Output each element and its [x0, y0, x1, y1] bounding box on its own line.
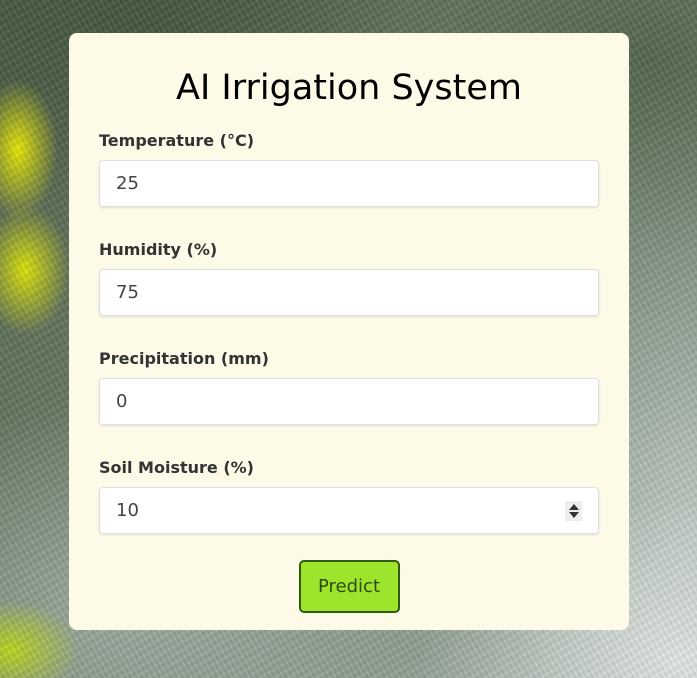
precipitation-value: 0 — [116, 391, 128, 412]
spinner-down-icon[interactable] — [568, 512, 579, 518]
spinner-up-icon[interactable] — [568, 504, 579, 510]
humidity-input[interactable]: 75 — [99, 269, 599, 316]
precipitation-label: Precipitation (mm) — [99, 349, 269, 368]
humidity-field-group: Humidity (%) 75 — [99, 239, 599, 316]
temperature-value: 25 — [116, 173, 139, 194]
temperature-field-group: Temperature (°C) 25 — [99, 130, 599, 207]
humidity-label: Humidity (%) — [99, 240, 218, 259]
temperature-input[interactable]: 25 — [99, 160, 599, 207]
soil-moisture-field-group: Soil Moisture (%) 10 — [99, 457, 599, 534]
predict-button[interactable]: Predict — [298, 560, 400, 613]
soil-moisture-value: 10 — [116, 500, 139, 521]
soil-moisture-label: Soil Moisture (%) — [99, 458, 254, 477]
humidity-value: 75 — [116, 282, 139, 303]
form-card: AI Irrigation System Temperature (°C) 25… — [69, 33, 629, 630]
number-spinner[interactable] — [565, 501, 582, 521]
precipitation-field-group: Precipitation (mm) 0 — [99, 348, 599, 425]
precipitation-input[interactable]: 0 — [99, 378, 599, 425]
soil-moisture-input[interactable]: 10 — [99, 487, 599, 534]
button-row: Predict — [99, 560, 599, 613]
page-title: AI Irrigation System — [176, 68, 522, 108]
temperature-label: Temperature (°C) — [99, 131, 255, 150]
